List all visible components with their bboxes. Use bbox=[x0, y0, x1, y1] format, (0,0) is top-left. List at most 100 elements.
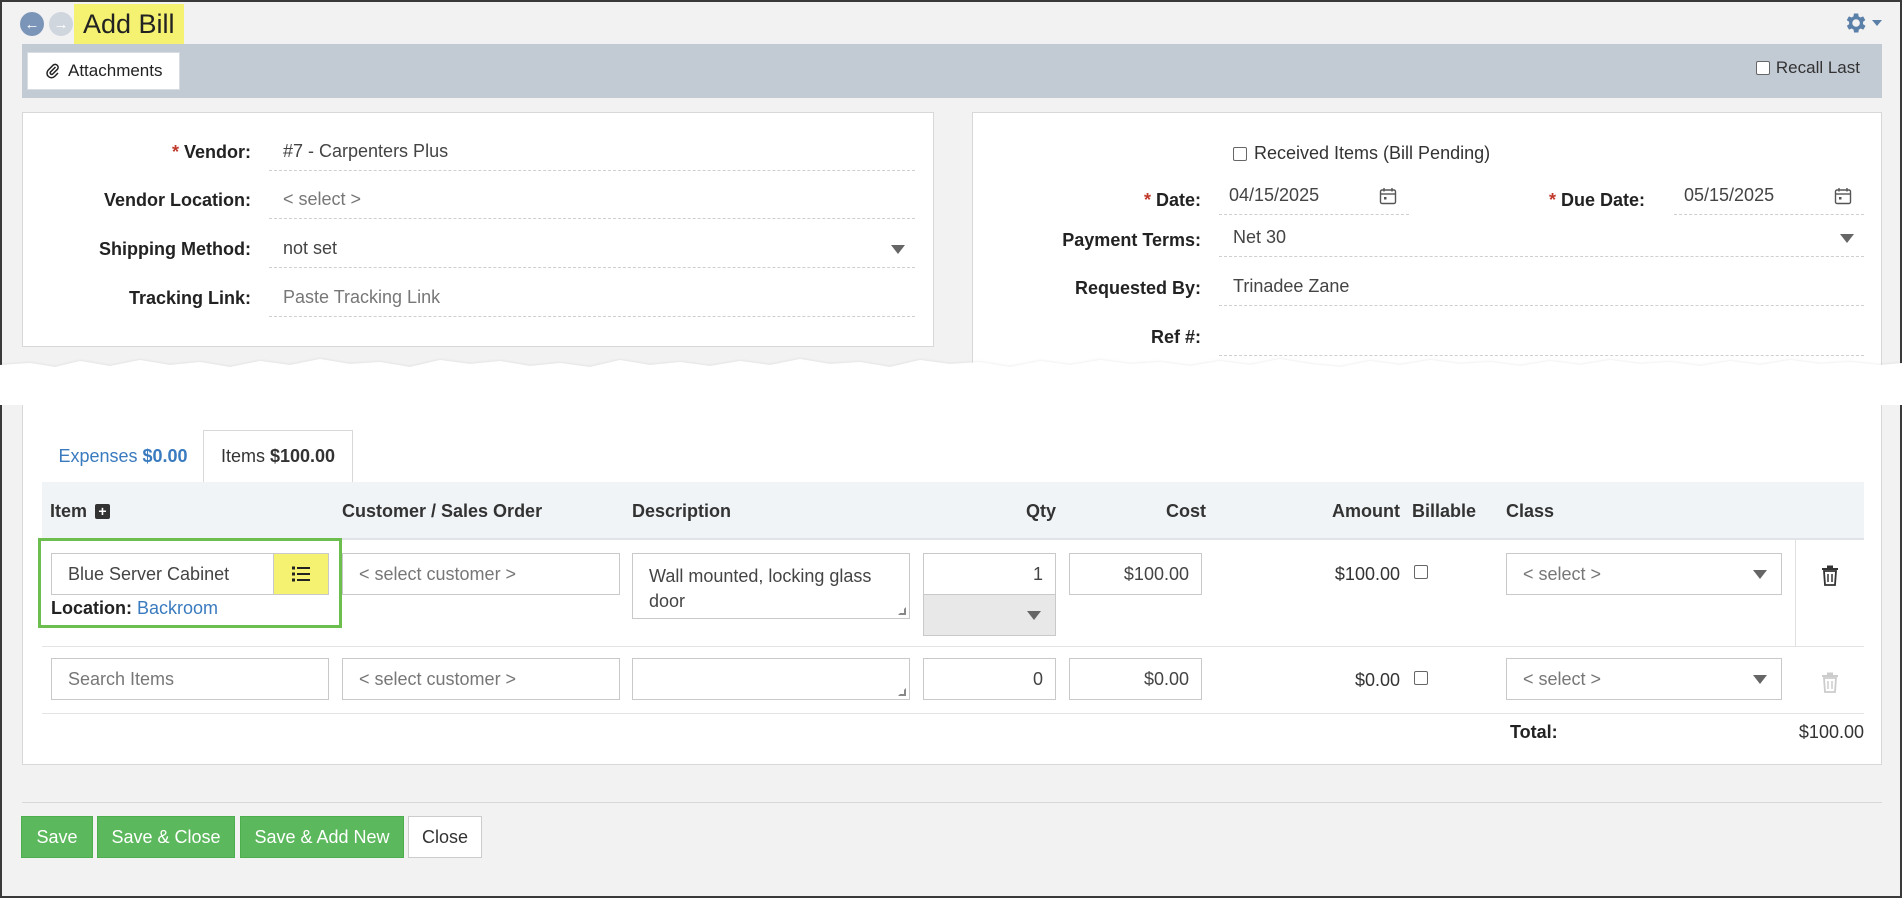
recall-last-label: Recall Last bbox=[1775, 58, 1860, 77]
item-location: Location: Backroom bbox=[51, 598, 218, 619]
received-items-toggle[interactable]: Received Items (Bill Pending) bbox=[1233, 143, 1490, 164]
vendor-field[interactable]: #7 - Carpenters Plus bbox=[269, 133, 915, 171]
vendor-label-row: * Vendor: bbox=[23, 133, 251, 171]
tab-expenses-amount: $0.00 bbox=[142, 445, 188, 466]
footer-divider bbox=[22, 802, 1882, 803]
gear-icon bbox=[1846, 13, 1866, 33]
col-billable: Billable bbox=[1412, 500, 1477, 521]
settings-menu[interactable] bbox=[1842, 10, 1882, 36]
billable-checkbox[interactable] bbox=[1414, 565, 1428, 579]
col-cost: Cost bbox=[1166, 500, 1206, 521]
chevron-down-icon bbox=[1840, 234, 1854, 243]
class-select[interactable]: < select > bbox=[1506, 553, 1782, 595]
col-amount: Amount bbox=[1332, 500, 1400, 521]
billable-checkbox[interactable] bbox=[1414, 671, 1428, 685]
payment-terms-label: Payment Terms: bbox=[1062, 229, 1201, 250]
due-date-label: Due Date: bbox=[1560, 189, 1645, 210]
tab-expenses[interactable]: Expenses $0.00 bbox=[44, 430, 202, 482]
amount-value: $0.00 bbox=[1354, 670, 1400, 690]
items-table-header: Item + Customer / Sales Order Descriptio… bbox=[42, 482, 1864, 540]
vendor-label: Vendor: bbox=[183, 141, 251, 162]
list-icon bbox=[292, 566, 310, 582]
attachments-label: Attachments bbox=[68, 61, 163, 80]
ref-input[interactable] bbox=[1219, 318, 1864, 356]
calendar-icon[interactable] bbox=[1834, 187, 1852, 205]
cost-input[interactable]: $100.00 bbox=[1069, 553, 1202, 595]
qty-input[interactable]: 0 bbox=[923, 658, 1056, 700]
trash-icon bbox=[1822, 672, 1838, 693]
calendar-icon[interactable] bbox=[1379, 187, 1397, 205]
forward-icon[interactable]: → bbox=[49, 12, 73, 36]
save-add-new-button[interactable]: Save & Add New bbox=[240, 816, 404, 858]
amount-value: $100.00 bbox=[1334, 564, 1400, 584]
tab-items-label: Items bbox=[220, 446, 265, 466]
due-date-input[interactable]: 05/15/2025 bbox=[1674, 177, 1864, 215]
shipping-method-select[interactable]: not set bbox=[269, 230, 915, 268]
chevron-down-icon bbox=[1753, 570, 1767, 579]
bill-panel: Received Items (Bill Pending) * Date: 04/… bbox=[972, 112, 1882, 382]
ref-label: Ref #: bbox=[1150, 326, 1201, 347]
date-input[interactable]: 04/15/2025 bbox=[1219, 177, 1409, 215]
resize-handle-icon[interactable] bbox=[898, 688, 906, 696]
class-select[interactable]: < select > bbox=[1506, 658, 1782, 700]
page-title: Add Bill bbox=[74, 4, 184, 44]
shipping-method-value: not set bbox=[283, 238, 338, 258]
payment-terms-select[interactable]: Net 30 bbox=[1219, 219, 1864, 257]
qty-input[interactable]: 1 bbox=[923, 553, 1056, 595]
received-items-checkbox[interactable] bbox=[1233, 146, 1247, 161]
vendor-location-select[interactable]: < select > bbox=[269, 181, 915, 219]
tracking-link-label: Tracking Link: bbox=[128, 287, 251, 308]
vendor-panel: * Vendor: #7 - Carpenters Plus Vendor Loc… bbox=[22, 112, 934, 347]
item-list-button[interactable] bbox=[273, 553, 329, 595]
description-text: Wall mounted, locking glass door bbox=[649, 566, 872, 611]
class-value: < select > bbox=[1523, 668, 1602, 689]
add-item-icon[interactable]: + bbox=[95, 503, 111, 519]
received-items-label: Received Items (Bill Pending) bbox=[1254, 143, 1491, 163]
total-label: Total: bbox=[1510, 722, 1558, 742]
col-qty: Qty bbox=[1026, 500, 1057, 521]
description-textarea[interactable]: Wall mounted, locking glass door bbox=[632, 553, 910, 619]
location-label: Location: bbox=[51, 598, 132, 618]
date-value: 04/15/2025 bbox=[1229, 185, 1320, 205]
col-item: Item + bbox=[50, 482, 111, 540]
class-value: < select > bbox=[1523, 563, 1602, 584]
tracking-link-input[interactable]: Paste Tracking Link bbox=[269, 279, 915, 317]
description-textarea[interactable] bbox=[632, 658, 910, 700]
tab-items-amount: $100.00 bbox=[269, 446, 336, 466]
chevron-down-icon bbox=[1753, 675, 1767, 684]
chevron-down-icon bbox=[1872, 20, 1882, 26]
cost-input[interactable]: $0.00 bbox=[1069, 658, 1202, 700]
shipping-method-label: Shipping Method: bbox=[99, 238, 251, 259]
torn-edge-divider bbox=[0, 359, 1902, 405]
required-marker: * bbox=[1143, 189, 1151, 210]
date-label: Date: bbox=[1155, 189, 1201, 210]
location-link[interactable]: Backroom bbox=[137, 598, 218, 618]
requested-by-label: Requested By: bbox=[1074, 277, 1201, 298]
back-icon[interactable]: ← bbox=[20, 12, 44, 36]
payment-terms-value: Net 30 bbox=[1233, 227, 1287, 247]
customer-select[interactable]: < select customer > bbox=[342, 553, 620, 595]
attachments-button[interactable]: Attachments bbox=[27, 52, 180, 90]
required-marker: * bbox=[171, 141, 179, 162]
paperclip-icon bbox=[46, 63, 59, 79]
search-items-input[interactable]: Search Items bbox=[51, 658, 329, 700]
requested-by-field[interactable]: Trinadee Zane bbox=[1219, 268, 1864, 306]
trash-icon[interactable] bbox=[1821, 565, 1839, 586]
save-button[interactable]: Save bbox=[21, 816, 93, 858]
customer-select[interactable]: < select customer > bbox=[342, 658, 620, 700]
recall-last-checkbox[interactable] bbox=[1755, 61, 1770, 75]
close-button[interactable]: Close bbox=[408, 816, 482, 858]
required-marker: * bbox=[1548, 189, 1556, 210]
vendor-location-label: Vendor Location: bbox=[103, 189, 251, 210]
save-close-button[interactable]: Save & Close bbox=[97, 816, 235, 858]
total-value: $100.00 bbox=[1798, 722, 1864, 742]
tab-items[interactable]: Items $100.00 bbox=[203, 430, 353, 482]
row-action-divider bbox=[1795, 540, 1796, 646]
tab-expenses-label: Expenses bbox=[58, 445, 138, 466]
due-date-value: 05/15/2025 bbox=[1684, 185, 1775, 205]
item-input[interactable]: Blue Server Cabinet bbox=[51, 553, 275, 595]
unit-select[interactable] bbox=[923, 594, 1056, 636]
recall-last-toggle[interactable]: Recall Last bbox=[1755, 58, 1860, 78]
chevron-down-icon bbox=[891, 245, 905, 254]
col-description: Description bbox=[632, 500, 732, 521]
